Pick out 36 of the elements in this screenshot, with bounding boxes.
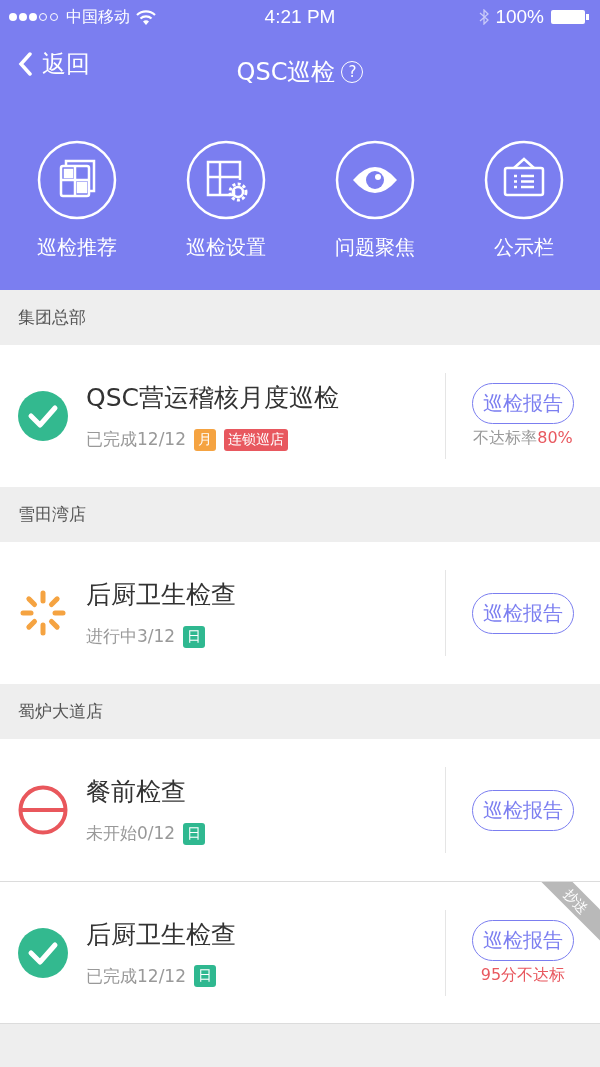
task-title: 后厨卫生检查 bbox=[86, 918, 237, 951]
shortcut-button[interactable]: 巡检设置 bbox=[160, 140, 291, 261]
task-tag: 日 bbox=[194, 965, 216, 987]
task-title: QSC营运稽核月度巡检 bbox=[86, 382, 340, 414]
shortcut-button[interactable]: 巡检推荐 bbox=[11, 140, 142, 261]
report-button[interactable]: 巡检报告 bbox=[472, 789, 574, 831]
task-title: 后厨卫生检查 bbox=[86, 579, 237, 611]
shortcut-button[interactable]: 问题聚焦 bbox=[309, 140, 440, 261]
bluetooth-icon bbox=[479, 9, 490, 25]
report-button[interactable]: 巡检报告 bbox=[472, 592, 574, 634]
task-tag: 日 bbox=[183, 625, 206, 648]
spinner-icon bbox=[18, 588, 68, 638]
report-button[interactable]: 巡检报告 bbox=[472, 383, 574, 424]
task-tag: 日 bbox=[183, 822, 206, 845]
shortcut-button[interactable]: 公示栏 bbox=[458, 140, 589, 261]
task-tag: 连锁巡店 bbox=[224, 428, 288, 451]
page-title: QSC巡检 bbox=[236, 57, 336, 88]
signal-icon bbox=[8, 12, 60, 22]
battery-percent: 100% bbox=[495, 6, 544, 28]
wifi-icon bbox=[136, 9, 156, 25]
back-button[interactable]: 返回 bbox=[18, 48, 90, 80]
check-circle-icon bbox=[18, 391, 68, 441]
group-heading: 集团总部 bbox=[18, 306, 86, 329]
failure-rate: 不达标率80% bbox=[473, 428, 573, 449]
back-chevron-icon bbox=[18, 52, 32, 76]
clock-time: 4:21 PM bbox=[264, 6, 336, 28]
check-circle-icon bbox=[18, 927, 68, 978]
no-entry-icon bbox=[18, 785, 68, 835]
group-heading: 雪田湾店 bbox=[18, 503, 86, 526]
carrier-name: 中国移动 bbox=[66, 6, 130, 28]
task-tag: 月 bbox=[194, 428, 216, 451]
group-heading: 蜀炉大道店 bbox=[18, 700, 103, 723]
battery-icon bbox=[550, 9, 590, 25]
report-button[interactable]: 巡检报告 bbox=[472, 919, 574, 961]
score-warning-text: 95分不达标 bbox=[480, 964, 566, 986]
task-title: 餐前检查 bbox=[86, 776, 187, 808]
